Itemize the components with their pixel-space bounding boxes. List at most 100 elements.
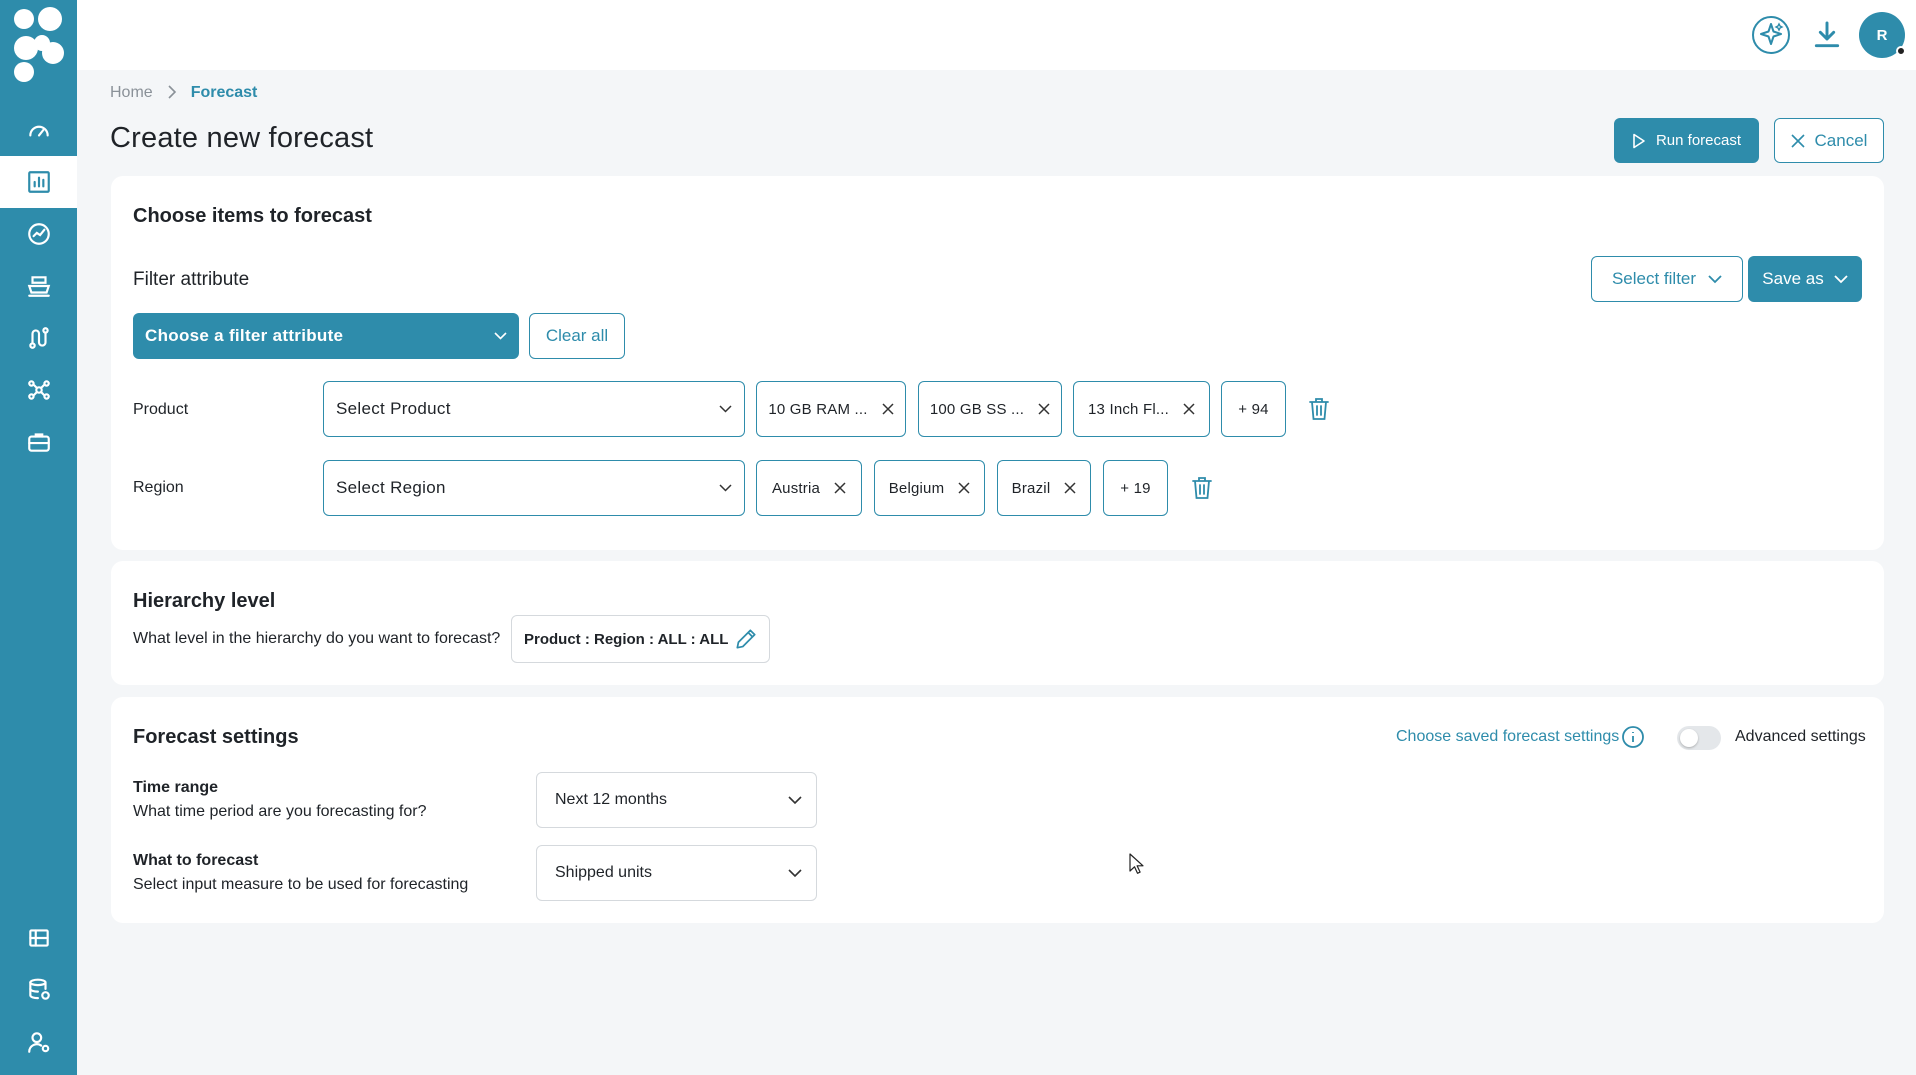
hierarchy-question: What level in the hierarchy do you want … xyxy=(133,630,501,647)
chevron-down-icon xyxy=(788,868,802,877)
region-chip[interactable]: Belgium xyxy=(874,460,985,516)
what-to-forecast-desc: Select input measure to be used for fore… xyxy=(133,876,469,893)
chevron-down-icon xyxy=(1834,274,1848,283)
sidebar-item-shipping[interactable] xyxy=(0,260,77,312)
chevron-down-icon xyxy=(719,405,732,413)
breadcrumb-current: Forecast xyxy=(190,84,258,101)
region-select-placeholder: Select Region xyxy=(336,478,446,497)
remove-chip-icon[interactable] xyxy=(882,403,894,415)
save-as-button[interactable]: Save as xyxy=(1748,256,1862,302)
time-range-select[interactable]: Next 12 months xyxy=(536,772,817,828)
trash-icon xyxy=(1309,398,1329,420)
sidebar-item-reports[interactable] xyxy=(0,912,77,964)
pencil-icon[interactable] xyxy=(733,626,759,652)
ai-sparkle-icon xyxy=(1752,16,1790,54)
product-chip[interactable]: 13 Inch Fl... xyxy=(1073,381,1210,437)
remove-chip-icon[interactable] xyxy=(834,482,846,494)
choose-items-title: Choose items to forecast xyxy=(133,205,372,227)
remove-chip-icon[interactable] xyxy=(1064,482,1076,494)
clear-all-button[interactable]: Clear all xyxy=(529,313,625,359)
what-to-forecast-title: What to forecast xyxy=(133,852,259,869)
sidebar-item-user-settings[interactable] xyxy=(0,1016,77,1068)
remove-chip-icon[interactable] xyxy=(1038,403,1050,415)
trend-icon xyxy=(27,223,50,245)
play-icon xyxy=(1633,133,1645,148)
route-icon xyxy=(28,327,49,349)
run-forecast-button[interactable]: Run forecast xyxy=(1614,118,1759,163)
time-range-title: Time range xyxy=(133,779,219,796)
mouse-cursor-icon xyxy=(1129,853,1144,874)
filter-attribute-label: Filter attribute xyxy=(133,269,250,290)
chip-label: 100 GB SS ... xyxy=(929,400,1025,418)
product-select-placeholder: Select Product xyxy=(336,399,451,418)
download-button[interactable] xyxy=(1806,14,1848,56)
user-settings-icon xyxy=(27,1032,49,1053)
advanced-settings-toggle[interactable] xyxy=(1677,726,1721,750)
sidebar-item-portfolio[interactable] xyxy=(0,416,77,468)
product-more-chip[interactable]: + 94 xyxy=(1221,381,1286,437)
chevron-down-icon xyxy=(788,795,802,804)
report-icon xyxy=(28,929,49,947)
sidebar-item-network[interactable] xyxy=(0,364,77,416)
remove-chip-icon[interactable] xyxy=(958,482,970,494)
chip-label: Austria xyxy=(771,479,821,497)
sidebar-item-dashboard[interactable] xyxy=(0,104,77,156)
ship-icon xyxy=(27,276,50,297)
cancel-button[interactable]: Cancel xyxy=(1774,118,1884,163)
chip-label: Belgium xyxy=(888,479,945,497)
chip-label: Brazil xyxy=(1011,479,1051,497)
filter-attribute-dropdown[interactable]: Choose a filter attribute xyxy=(133,313,519,359)
avatar-initial: R xyxy=(1876,26,1888,44)
forecast-settings-title: Forecast settings xyxy=(133,726,299,748)
info-icon[interactable] xyxy=(1621,725,1645,749)
sidebar-item-forecast[interactable] xyxy=(0,156,77,208)
chevron-down-icon xyxy=(719,484,732,492)
delete-product-filter-button[interactable] xyxy=(1306,394,1332,424)
time-range-value: Next 12 months xyxy=(555,791,668,808)
ai-assistant-button[interactable] xyxy=(1750,14,1792,56)
delete-region-filter-button[interactable] xyxy=(1189,473,1215,503)
bar-chart-icon xyxy=(27,171,50,193)
toggle-knob xyxy=(1680,729,1698,747)
region-more-chip[interactable]: + 19 xyxy=(1103,460,1168,516)
close-icon xyxy=(1790,133,1805,148)
database-settings-icon xyxy=(28,978,50,1000)
user-avatar[interactable]: R xyxy=(1859,12,1906,58)
time-range-desc: What time period are you forecasting for… xyxy=(133,803,427,820)
region-chip[interactable]: Brazil xyxy=(997,460,1091,516)
what-to-forecast-value: Shipped units xyxy=(555,864,652,881)
trash-icon xyxy=(1192,477,1212,499)
sidebar-item-trends[interactable] xyxy=(0,208,77,260)
product-chip[interactable]: 100 GB SS ... xyxy=(918,381,1062,437)
download-icon xyxy=(1814,21,1840,48)
remove-chip-icon[interactable] xyxy=(1183,403,1195,415)
breadcrumb: Home Forecast xyxy=(110,84,257,102)
region-select[interactable]: Select Region xyxy=(323,460,745,516)
chevron-down-icon xyxy=(494,332,507,340)
hierarchy-level-field[interactable]: Product : Region : ALL : ALL xyxy=(511,615,770,663)
hierarchy-level-value: Product : Region : ALL : ALL xyxy=(524,630,729,648)
product-chip[interactable]: 10 GB RAM ... xyxy=(756,381,906,437)
advanced-settings-label: Advanced settings xyxy=(1735,728,1866,745)
product-select[interactable]: Select Product xyxy=(323,381,745,437)
sidebar-item-data[interactable] xyxy=(0,964,77,1016)
breadcrumb-home[interactable]: Home xyxy=(110,84,153,102)
what-to-forecast-select[interactable]: Shipped units xyxy=(536,845,817,901)
saved-settings-link[interactable]: Choose saved forecast settings xyxy=(1396,728,1619,746)
hierarchy-card: Hierarchy level What level in the hierar… xyxy=(111,561,1884,685)
app-logo[interactable] xyxy=(10,6,66,82)
briefcase-icon xyxy=(27,433,50,452)
run-forecast-label: Run forecast xyxy=(1655,132,1742,149)
status-dot xyxy=(1896,46,1906,56)
sidebar-item-routes[interactable] xyxy=(0,312,77,364)
region-chip[interactable]: Austria xyxy=(756,460,862,516)
save-as-label: Save as xyxy=(1762,269,1824,288)
page-title: Create new forecast xyxy=(110,122,374,154)
cancel-label: Cancel xyxy=(1814,130,1868,150)
chip-label: 13 Inch Fl... xyxy=(1088,400,1169,418)
choose-items-card: Choose items to forecast Filter attribut… xyxy=(111,176,1884,550)
select-filter-button[interactable]: Select filter xyxy=(1591,256,1743,302)
filter-attribute-dropdown-label: Choose a filter attribute xyxy=(145,326,344,345)
chevron-right-icon xyxy=(167,84,177,102)
chevron-down-icon xyxy=(1708,274,1722,283)
